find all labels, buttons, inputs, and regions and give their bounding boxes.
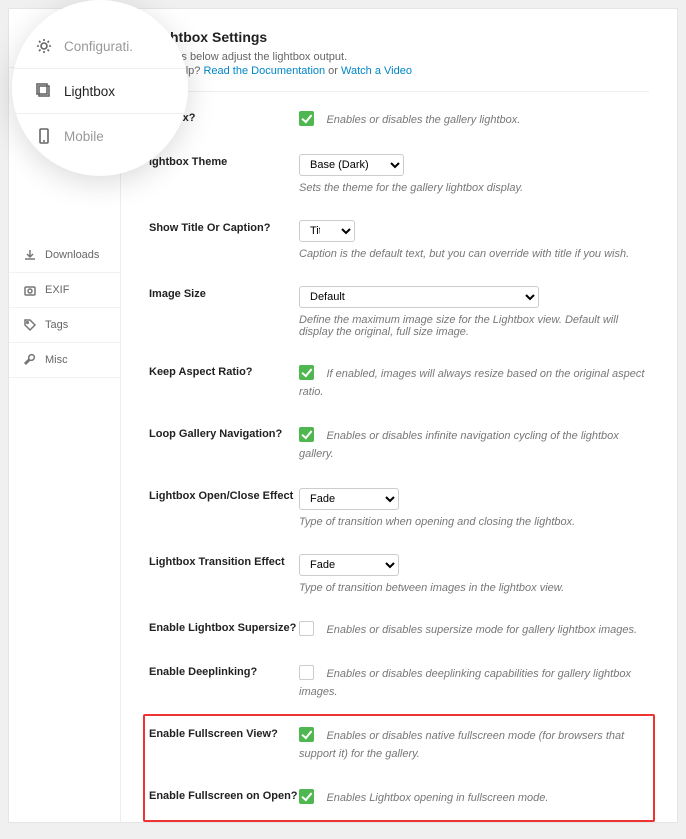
label-loop: Loop Gallery Navigation?	[149, 426, 299, 440]
desc-aspect: If enabled, images will always resize ba…	[299, 368, 644, 398]
label-trans-effect: Lightbox Transition Effect	[149, 554, 299, 568]
page-title: Lightbox Settings	[149, 29, 649, 45]
checkbox-loop[interactable]	[299, 427, 314, 442]
checkbox-enable-lightbox[interactable]	[299, 111, 314, 126]
desc-fullscreen-open: Enables Lightbox opening in fullscreen m…	[326, 792, 548, 804]
zoom-item-configuration[interactable]: Configurati.	[12, 22, 188, 68]
sidebar-item-tags[interactable]: Tags	[9, 308, 120, 343]
main-panel: Lightbox Settings settings below adjust …	[121, 9, 677, 822]
sidebar-item-label: EXIF	[45, 284, 69, 296]
desc-supersize: Enables or disables supersize mode for g…	[326, 624, 637, 636]
label-aspect: Keep Aspect Ratio?	[149, 364, 299, 378]
download-icon	[23, 248, 37, 262]
doc-link[interactable]: Read the Documentation	[203, 65, 325, 77]
desc-deeplink: Enables or disables deeplinking capabili…	[299, 668, 631, 698]
select-open-effect[interactable]: Fade	[299, 488, 399, 510]
desc-fullscreen: Enables or disables native fullscreen mo…	[299, 730, 624, 760]
help-line: ome help? Read the Documentation or Watc…	[149, 65, 649, 77]
desc-enable-lightbox: Enables or disables the gallery lightbox…	[326, 114, 520, 126]
desc-size: Define the maximum image size for the Li…	[299, 314, 649, 338]
zoom-lens-overlay: Configurati. Lightbox Mobile	[12, 0, 188, 176]
divider	[149, 91, 649, 92]
sidebar-item-misc[interactable]: Misc	[9, 343, 120, 378]
mobile-icon	[36, 128, 52, 144]
label-fullscreen: Enable Fullscreen View?	[149, 726, 299, 740]
label-theme: ightbox Theme	[149, 154, 299, 168]
video-link[interactable]: Watch a Video	[341, 65, 412, 77]
checkbox-fullscreen[interactable]	[299, 727, 314, 742]
checkbox-deeplink[interactable]	[299, 665, 314, 680]
desc-caption: Caption is the default text, but you can…	[299, 248, 649, 260]
sidebar-item-downloads[interactable]: Downloads	[9, 238, 120, 273]
camera-icon	[23, 283, 37, 297]
label-supersize: Enable Lightbox Supersize?	[149, 620, 299, 634]
tag-icon	[23, 318, 37, 332]
label-deeplink: Enable Deeplinking?	[149, 664, 299, 678]
desc-trans-effect: Type of transition between images in the…	[299, 582, 649, 594]
checkbox-supersize[interactable]	[299, 621, 314, 636]
label-caption: Show Title Or Caption?	[149, 220, 299, 234]
select-theme[interactable]: Base (Dark)	[299, 154, 404, 176]
zoom-item-lightbox[interactable]: Lightbox	[12, 68, 188, 113]
desc-theme: Sets the theme for the gallery lightbox …	[299, 182, 649, 194]
desc-open-effect: Type of transition when opening and clos…	[299, 516, 649, 528]
label-open-effect: Lightbox Open/Close Effect	[149, 488, 299, 502]
sidebar-item-exif[interactable]: EXIF	[9, 273, 120, 308]
select-size[interactable]: Default	[299, 286, 539, 308]
label-fullscreen-open: Enable Fullscreen on Open?	[149, 788, 299, 802]
checkbox-aspect[interactable]	[299, 365, 314, 380]
select-trans-effect[interactable]: Fade	[299, 554, 399, 576]
gear-icon	[36, 38, 52, 54]
sidebar-item-label: Misc	[45, 354, 68, 366]
checkbox-fullscreen-open[interactable]	[299, 789, 314, 804]
desc-loop: Enables or disables infinite navigation …	[299, 430, 619, 460]
sidebar-item-label: Downloads	[45, 249, 99, 261]
wrench-icon	[23, 353, 37, 367]
window-icon	[36, 83, 52, 99]
page-subtitle: settings below adjust the lightbox outpu…	[149, 51, 649, 63]
label-size: Image Size	[149, 286, 299, 300]
sidebar-item-label: Tags	[45, 319, 68, 331]
highlight-fullscreen-group: Enable Fullscreen View? Enables or disab…	[143, 714, 655, 822]
select-caption[interactable]: Title	[299, 220, 355, 242]
